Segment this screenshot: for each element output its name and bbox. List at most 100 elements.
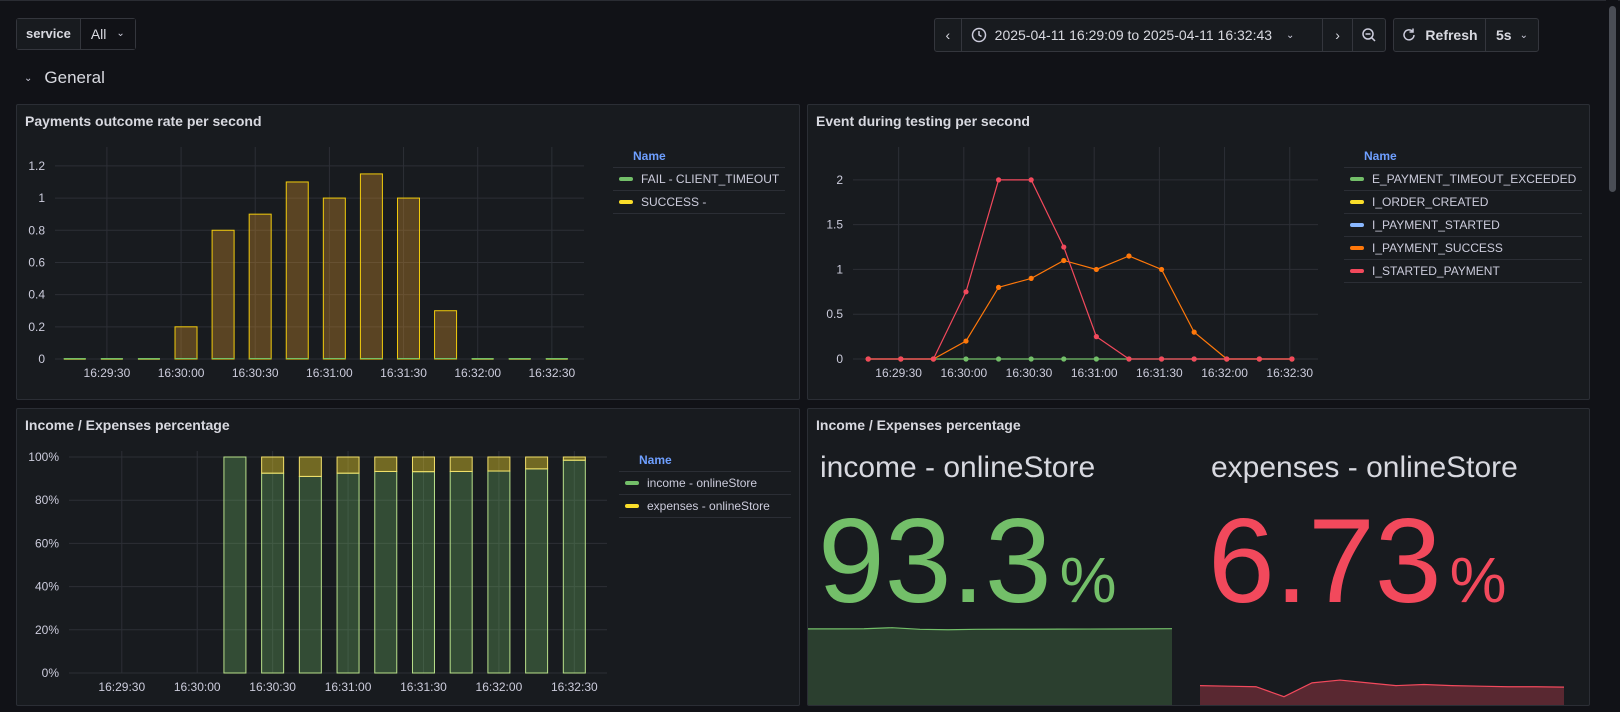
data-point — [1191, 356, 1197, 362]
refresh-button[interactable]: Refresh — [1394, 19, 1486, 51]
y-tick-label: 0.5 — [826, 307, 843, 321]
service-variable-value: All — [90, 26, 107, 42]
expenses-stat-name: expenses - onlineStore — [1211, 451, 1518, 484]
income-bars-chart: 0% 20% 40% 60% 80% 100% 16:29:30 16:30:00 16:30:… — [28, 450, 607, 694]
y-tick-label: 1 — [38, 191, 45, 205]
legend-item[interactable]: I_PAYMENT_STARTED — [1344, 214, 1582, 237]
scrollbar-thumb[interactable] — [1609, 6, 1616, 192]
bar-expenses — [487, 456, 511, 472]
expenses-value: 6.73 — [1208, 494, 1442, 628]
y-tick-label: 100% — [28, 450, 59, 464]
data-point — [1028, 177, 1034, 183]
bar-income — [374, 470, 398, 674]
row-general[interactable]: ⌄ General — [24, 68, 105, 88]
y-tick-label: 0% — [42, 666, 60, 680]
legend-label: I_PAYMENT_STARTED — [1372, 218, 1500, 232]
refresh-interval-value: 5s — [1496, 27, 1512, 43]
legend-item[interactable]: income - onlineStore — [619, 472, 791, 495]
data-point — [898, 356, 904, 362]
legend-item[interactable]: FAIL - CLIENT_TIMEOUT — [613, 168, 785, 191]
data-point — [1093, 356, 1099, 362]
data-point — [1061, 356, 1067, 362]
legend-swatch — [625, 481, 639, 485]
legend-item[interactable]: SUCCESS - — [613, 191, 785, 214]
panel-payments-outcome: Payments outcome rate per second 0 0.2 0.4… — [16, 104, 800, 400]
refresh-interval-select[interactable]: 5s ⌄ — [1486, 19, 1538, 51]
legend-header: Name — [619, 449, 791, 472]
y-tick-label: 80% — [35, 493, 59, 507]
service-variable-select[interactable]: All ⌄ — [80, 19, 135, 49]
service-variable[interactable]: service All ⌄ — [16, 18, 136, 50]
time-back-button[interactable]: ‹ — [935, 19, 962, 51]
bar-income — [223, 456, 247, 674]
zoom-out-button[interactable] — [1353, 19, 1385, 51]
expenses-sparkline — [1200, 679, 1564, 705]
refresh-controls: Refresh 5s ⌄ — [1393, 18, 1539, 52]
legend-item[interactable]: E_PAYMENT_TIMEOUT_EXCEEDED — [1344, 168, 1582, 191]
data-point — [1224, 356, 1230, 362]
legend-swatch — [619, 200, 633, 204]
chevron-right-icon: › — [1335, 27, 1340, 43]
legend-label: FAIL - CLIENT_TIMEOUT — [641, 172, 780, 186]
data-point — [963, 338, 969, 344]
zoom-out-icon — [1362, 28, 1376, 42]
chevron-left-icon: ‹ — [945, 27, 951, 43]
bar-income — [487, 470, 511, 674]
data-point — [1028, 275, 1034, 281]
chevron-down-icon: ⌄ — [1286, 29, 1295, 41]
legend-swatch — [1350, 200, 1364, 204]
x-tick-label: 16:31:30 — [400, 680, 447, 694]
data-point — [1061, 244, 1067, 250]
x-tick-label: 16:29:30 — [875, 366, 922, 380]
income-value: 93.3 — [818, 494, 1052, 628]
bar-income — [261, 472, 285, 674]
legend-item[interactable]: I_ORDER_CREATED — [1344, 191, 1582, 214]
data-point — [963, 356, 969, 362]
bar-income — [336, 472, 360, 674]
bar-expenses — [562, 456, 586, 461]
bar-income — [449, 470, 473, 674]
data-point — [1256, 356, 1262, 362]
legend-swatch — [1350, 223, 1364, 227]
legend-swatch — [619, 177, 633, 181]
time-range-picker[interactable]: 2025-04-11 16:29:09 to 2025-04-11 16:32:… — [962, 19, 1323, 51]
legend-label: expenses - onlineStore — [647, 499, 770, 513]
data-point — [1061, 257, 1067, 264]
top-border — [0, 0, 1620, 1]
x-tick-label: 16:32:30 — [551, 680, 598, 694]
y-tick-label: 40% — [35, 580, 59, 594]
y-tick-label: 0 — [38, 352, 45, 366]
x-tick-label: 16:30:00 — [158, 366, 205, 380]
bar-expenses — [525, 456, 549, 470]
data-point — [995, 284, 1002, 290]
x-tick-label: 16:32:00 — [454, 366, 501, 380]
y-tick-label: 0.8 — [28, 223, 45, 237]
chevron-down-icon: ⌄ — [24, 72, 33, 84]
page-scrollbar[interactable] — [1606, 0, 1618, 712]
bar-expenses — [336, 456, 360, 474]
refresh-icon — [1403, 28, 1416, 41]
row-title: General — [44, 68, 105, 87]
bar-success — [434, 310, 458, 360]
data-point — [1126, 356, 1132, 362]
refresh-label: Refresh — [1425, 27, 1478, 43]
time-forward-button[interactable]: › — [1323, 19, 1354, 51]
expenses-stat-value: 6.73% — [1208, 501, 1506, 621]
legend-item[interactable]: I_STARTED_PAYMENT — [1344, 260, 1582, 283]
legend-swatch — [1350, 177, 1364, 181]
data-point — [865, 356, 871, 362]
x-tick-label: 16:30:30 — [1006, 366, 1053, 380]
legend-header: Name — [1344, 145, 1582, 168]
legend-item[interactable]: I_PAYMENT_SUCCESS — [1344, 237, 1582, 260]
bar-success — [248, 213, 272, 360]
y-tick-label: 1.2 — [28, 159, 45, 173]
bar-income — [562, 459, 586, 674]
y-tick-label: 1.5 — [826, 218, 843, 232]
service-variable-label: service — [17, 19, 81, 49]
y-tick-label: 60% — [35, 536, 59, 550]
legend-item[interactable]: expenses - onlineStore — [619, 495, 791, 518]
data-point — [1093, 334, 1099, 340]
y-tick-label: 2 — [836, 173, 843, 187]
y-tick-label: 0 — [836, 352, 843, 366]
income-sparkline — [808, 627, 1172, 705]
